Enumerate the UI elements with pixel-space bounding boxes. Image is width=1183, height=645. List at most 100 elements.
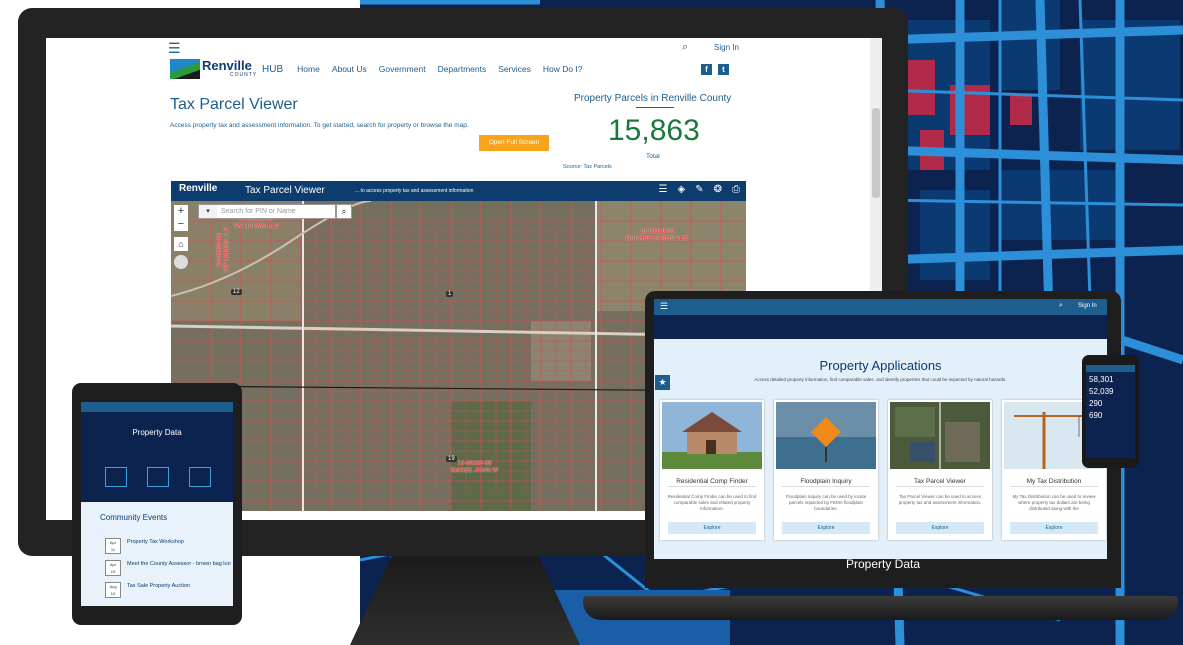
stat-label: Total: [646, 153, 660, 160]
house-image: [662, 402, 762, 469]
page-description: Access property tax and assessment infor…: [170, 122, 469, 129]
layers-icon[interactable]: ◈: [678, 184, 686, 195]
map-app-header: Renville Tax Parcel Viewer ... to access…: [171, 181, 746, 201]
event-item[interactable]: Apr 19 Meet the County Assessor - brown b…: [105, 560, 231, 578]
favorite-star-icon[interactable]: ★: [655, 375, 670, 390]
phone-stat: 58,301: [1089, 375, 1114, 384]
event-date: Aug 10: [105, 582, 121, 598]
legend-icon[interactable]: ☰: [659, 184, 668, 195]
map-app-icon[interactable]: [105, 467, 127, 487]
laptop-menu-icon[interactable]: ☰: [660, 301, 668, 312]
app-card-floodplain-inquiry[interactable]: Floodplain Inquiry Floodplain Inquiry ca…: [774, 400, 878, 540]
card-divider: [668, 486, 756, 487]
card-description: My Tax Distribution can be used to revie…: [1012, 494, 1096, 511]
app-card-tax-parcel-viewer[interactable]: Tax Parcel Viewer Tax Parcel Viewer can …: [888, 400, 992, 540]
scrollbar-thumb[interactable]: [872, 108, 880, 198]
explore-button[interactable]: Explore: [668, 522, 756, 534]
road-label: 19: [446, 456, 457, 462]
phone: 58,301 52,039 290 690: [1082, 355, 1139, 468]
nav-services[interactable]: Services: [498, 64, 531, 75]
map-search-icon[interactable]: ⌕: [336, 204, 352, 219]
map-app-title: Tax Parcel Viewer: [245, 185, 325, 196]
stat-source: Source: Tax Parcels: [563, 164, 612, 170]
page-title: Tax Parcel Viewer: [170, 96, 298, 113]
nav-how-do-i[interactable]: How Do I?: [543, 64, 583, 75]
search-placeholder: Search for PIN or Name: [221, 208, 296, 215]
nav-hub[interactable]: HUB: [262, 64, 283, 75]
facebook-icon[interactable]: f: [701, 64, 712, 75]
twitter-icon[interactable]: t: [718, 64, 729, 75]
sign-in-link[interactable]: Sign In: [714, 43, 739, 52]
road-label: 12: [231, 289, 242, 295]
phone-header: [1086, 365, 1135, 372]
card-divider: [896, 486, 984, 487]
parcel-label[interactable]: 10-00940-00 TW HARMS LLP: [233, 217, 279, 231]
phone-stat: 690: [1089, 411, 1103, 420]
stat-title: Property Parcels in Renville County: [574, 93, 732, 104]
tablet-hero: Property Data: [81, 412, 233, 500]
laptop-sign-in-link[interactable]: Sign In: [1078, 303, 1097, 309]
explore-button[interactable]: Explore: [896, 522, 984, 534]
parcel-label[interactable]: 10-00810-00 BRUHNS FARMS LLC: [626, 229, 688, 243]
measure-icon[interactable]: ✎: [695, 184, 703, 195]
app-card-residential-comp-finder[interactable]: Residential Comp Finder Residential Comp…: [660, 400, 764, 540]
nav-government[interactable]: Government: [379, 64, 426, 75]
stat-value: 15,863: [608, 114, 700, 147]
open-full-screen-button[interactable]: Open Full Screen: [479, 135, 549, 151]
phone-stat: 290: [1089, 399, 1103, 408]
applications-heading: Property Applications: [819, 358, 942, 373]
map-app-logo: Renville: [179, 183, 218, 194]
card-title: Residential Comp Finder: [676, 478, 748, 485]
explore-button[interactable]: Explore: [782, 522, 870, 534]
explore-button[interactable]: Explore: [1010, 522, 1098, 534]
card-title: Tax Parcel Viewer: [914, 478, 966, 485]
nav-departments[interactable]: Departments: [438, 64, 487, 75]
property-applications-section: Property Applications Access detailed pr…: [654, 339, 1107, 559]
stat-divider: [636, 107, 674, 108]
phone-screen: 58,301 52,039 290 690: [1086, 365, 1135, 458]
renville-county-logo[interactable]: Renville COUNTY: [170, 57, 260, 81]
nav-home[interactable]: Home: [297, 64, 320, 75]
pin-search-input[interactable]: ▾ Search for PIN or Name: [198, 204, 336, 219]
search-icon[interactable]: ⌕: [682, 41, 688, 54]
map-toolbar: ☰ ◈ ✎ ❂ ⎙: [659, 184, 740, 195]
home-icon[interactable]: ⌂: [174, 237, 188, 251]
document-app-icon[interactable]: [189, 467, 211, 487]
parcel-label[interactable]: 10-00939-00 TW HARMS LLP: [217, 227, 231, 273]
card-title: My Tax Distribution: [1026, 478, 1082, 485]
locate-icon[interactable]: [174, 255, 188, 269]
laptop-screen: ☰ ⌕ Sign In Property Applications Access…: [654, 299, 1107, 559]
app-cards: Residential Comp Finder Residential Comp…: [660, 400, 1106, 540]
event-name: Meet the County Assessor - brown bag lun: [127, 561, 231, 567]
card-description: Floodplain Inquiry can be used by locate…: [785, 494, 867, 511]
event-name: Property Tax Workshop: [127, 539, 184, 545]
zoom-out-button[interactable]: −: [174, 218, 188, 231]
events-title: Community Events: [100, 513, 168, 522]
tablet-title: Property Data: [132, 428, 182, 437]
zoom-control: + −: [174, 205, 188, 231]
event-date: Apr 11: [105, 538, 121, 554]
logo-name: Renville: [202, 58, 252, 73]
tablet: Property Data Community Events Apr 11 Pro…: [72, 383, 242, 625]
nav-about-us[interactable]: About Us: [332, 64, 367, 75]
parcel-label[interactable]: 10-00420-00 EMDEE JOHN W: [451, 461, 498, 475]
print-icon[interactable]: ⎙: [732, 184, 740, 195]
zoom-in-button[interactable]: +: [174, 205, 188, 218]
tablet-header: [81, 402, 233, 412]
main-nav: HUB Home About Us Government Departments…: [262, 64, 583, 75]
aerial-parcel-image: [890, 402, 990, 469]
laptop: ☰ ⌕ Sign In Property Applications Access…: [645, 291, 1121, 588]
search-source-dropdown[interactable]: ▾: [199, 205, 217, 218]
card-description: Tax Parcel Viewer can be used to access …: [898, 494, 982, 505]
event-item[interactable]: Aug 10 Tax Sale Property Auction: [105, 582, 225, 600]
event-item[interactable]: Apr 11 Property Tax Workshop: [105, 538, 225, 556]
laptop-base: [583, 596, 1178, 620]
basemap-icon[interactable]: ❂: [714, 184, 722, 195]
menu-icon[interactable]: ☰: [168, 40, 181, 57]
county-flag-icon: [170, 59, 200, 79]
road-label: 1: [446, 291, 454, 297]
building-app-icon[interactable]: [147, 467, 169, 487]
card-divider: [782, 486, 870, 487]
laptop-search-icon[interactable]: ⌕: [1059, 302, 1063, 310]
community-events: Community Events Apr 11 Property Tax Work…: [81, 502, 233, 606]
